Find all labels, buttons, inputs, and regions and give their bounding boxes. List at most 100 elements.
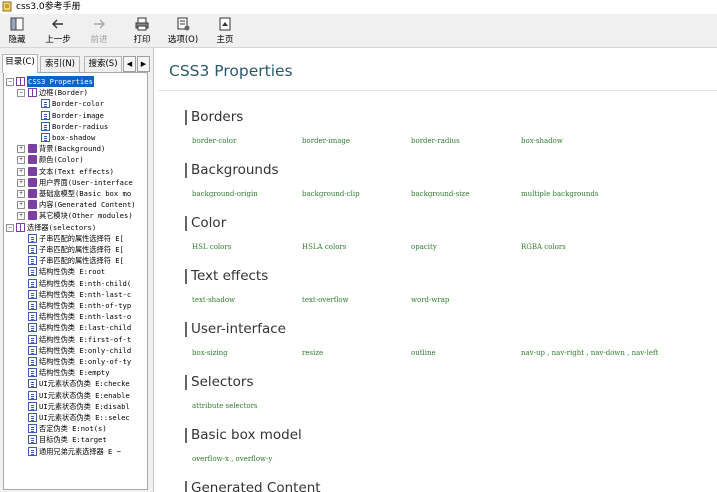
tree-item[interactable]: + 基础盒模型(Basic box mo [4,188,147,199]
tree-item[interactable]: 否定伪类 E:not(s) [4,423,147,434]
topic-page-icon [28,245,37,254]
toolbar: 隐藏 上一步 前进 打印 选项(O) 主页 [0,14,717,48]
tree-item-label: 用户界面(User-interface [39,177,133,187]
tree-item[interactable]: − CSS3 Properties [4,76,147,87]
tree-item[interactable]: + 用户界面(User-interface [4,177,147,188]
property-link[interactable]: background-origin [192,189,258,199]
tree-item[interactable]: + 颜色(Color) [4,154,147,165]
property-link[interactable]: outline [411,348,436,358]
tab-index[interactable]: 索引(N) [40,56,80,72]
tree-item[interactable]: 结构性伪类 E:nth-child( [4,278,147,289]
tree-item[interactable]: UI元素状态伪类 E:enable [4,390,147,401]
tree-item[interactable]: 子串匹配的属性选择符 E[ [4,233,147,244]
tree-item-label: 结构性伪类 E:nth-last-o [39,312,132,322]
tree-item-label: 目标伪类 E:target [39,435,107,445]
expand-icon[interactable]: + [17,167,25,176]
tree-item[interactable]: − 选择器(selectors) [4,222,147,233]
property-link[interactable]: multiple backgrounds [521,189,598,199]
open-book-icon [28,88,37,98]
tree-item[interactable]: 通用兄弟元素选择器 E ~ [4,446,147,457]
property-link[interactable]: overflow-x , overflow-y [192,454,272,464]
open-book-icon [16,77,25,86]
expand-icon[interactable]: + [17,145,25,154]
closed-book-icon [28,177,37,187]
tree-item[interactable]: 结构性伪类 E:only-of-ty [4,356,147,367]
property-link[interactable]: border-color [192,136,236,146]
topic-page-icon [28,233,37,243]
collapse-icon[interactable]: − [17,89,25,98]
tree-item[interactable]: Border-radius [4,121,147,132]
tree-item[interactable]: + 其它模块(Other modules) [4,210,147,221]
open-book-icon [16,222,25,232]
tree-item[interactable]: 结构性伪类 E:only-child [4,345,147,356]
topic-page-icon [28,256,37,266]
hide-pane-icon [10,17,24,31]
tree-item[interactable]: 结构性伪类 E:nth-last-c [4,289,147,300]
hide-button[interactable]: 隐藏 [6,16,28,46]
property-link[interactable]: box-sizing [192,348,228,358]
closed-book-icon [28,155,37,165]
property-link[interactable]: attribute selectors [192,401,258,411]
property-link[interactable]: text-shadow [192,295,235,305]
tree-item[interactable]: Border-color [4,98,147,109]
tree-item[interactable]: + 背景(Background) [4,143,147,154]
tab-contents[interactable]: 目录(C) [2,54,38,73]
tree-item[interactable]: + 内容(Generated Content) [4,199,147,210]
options-button[interactable]: 选项(O) [166,16,200,46]
closed-book-icon [28,166,37,176]
tree-item[interactable]: 结构性伪类 E:nth-last-o [4,311,147,322]
tree-item-label: 基础盒模型(Basic box mo [39,189,132,198]
property-link[interactable]: opacity [411,242,437,252]
print-button[interactable]: 打印 [131,16,153,46]
tab-scroll-right-button[interactable]: ▶ [137,56,150,72]
tree-item[interactable]: UI元素状态伪类 E::selec [4,412,147,423]
property-link[interactable]: background-size [411,189,469,199]
property-link[interactable]: box-shadow [521,136,563,146]
expand-icon[interactable]: + [17,201,25,210]
window-title: css3.0参考手册 [16,2,81,12]
tab-scroll-left-button[interactable]: ◀ [123,56,136,72]
topic-page-icon [28,424,37,434]
property-link[interactable]: nav-up , nav-right , nav-down , nav-left [521,348,658,358]
property-link[interactable]: RGBA colors [521,242,566,252]
property-link[interactable]: word-wrap [411,295,449,305]
section-heading: Text effects [191,268,269,284]
topic-page-icon [28,278,37,288]
home-button[interactable]: 主页 [214,16,236,46]
tree-item-label: 否定伪类 E:not(s) [39,424,107,434]
tree-item[interactable]: 结构性伪类 E:first-of-t [4,334,147,345]
tree-item[interactable]: 子串匹配的属性选择符 E[ [4,255,147,266]
property-link[interactable]: HSL colors [192,242,231,252]
contents-tree[interactable]: − CSS3 Properties − 边框(Border) Border-color B… [3,72,148,490]
property-link[interactable]: border-radius [411,136,460,146]
forward-button[interactable]: 前进 [88,16,110,46]
collapse-icon[interactable]: − [6,78,14,86]
tree-item[interactable]: 子串匹配的属性选择符 E[ [4,244,147,255]
tree-item[interactable]: 目标伪类 E:target [4,434,147,445]
tree-item[interactable]: − 边框(Border) [4,87,147,98]
property-link[interactable]: resize [302,348,323,358]
tree-item[interactable]: + 文本(Text effects) [4,166,147,177]
collapse-icon[interactable]: − [6,223,14,232]
tree-item[interactable]: 结构性伪类 E:root [4,266,147,277]
section-marker [185,110,187,125]
print-label: 打印 [133,35,151,45]
expand-icon[interactable]: + [17,190,25,198]
tree-item[interactable]: 结构性伪类 E:last-child [4,322,147,333]
tree-item[interactable]: UI元素状态伪类 E:checke [4,378,147,389]
expand-icon[interactable]: + [17,156,25,165]
tree-item[interactable]: 结构性伪类 E:nth-of-typ [4,300,147,311]
tree-item[interactable]: box-shadow [4,132,147,143]
property-link[interactable]: background-clip [302,189,360,199]
property-link[interactable]: HSLA colors [302,242,346,252]
property-link[interactable]: text-overflow [302,295,349,305]
expand-icon[interactable]: + [17,178,25,187]
expand-icon[interactable]: + [17,212,25,221]
back-button[interactable]: 上一步 [43,16,73,46]
section-marker [185,375,187,390]
tree-item[interactable]: UI元素状态伪类 E:disabl [4,401,147,412]
property-link[interactable]: border-image [302,136,350,146]
tab-search[interactable]: 搜索(S) [84,56,122,72]
tree-item[interactable]: 结构性伪类 E:empty [4,367,147,378]
tree-item[interactable]: Border-image [4,110,147,121]
